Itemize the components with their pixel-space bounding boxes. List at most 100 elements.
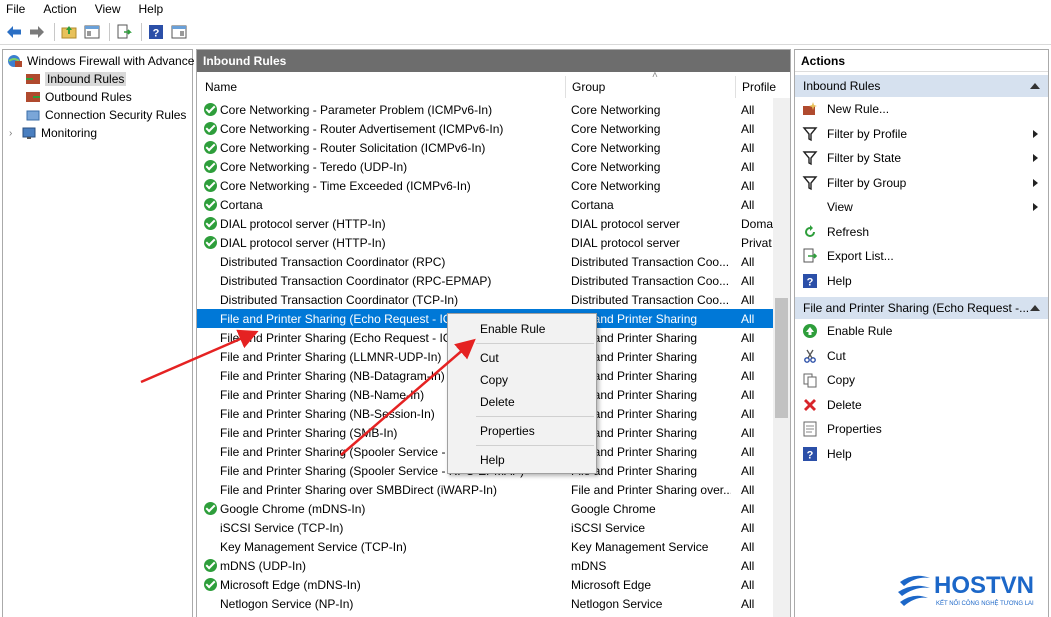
column-divider[interactable] <box>565 76 566 98</box>
context-menu: Enable Rule Cut Copy Delete Properties H… <box>447 313 597 474</box>
context-help[interactable]: Help <box>448 449 596 471</box>
column-header-profile[interactable]: Profile <box>742 76 776 98</box>
rule-group-cell: Core Networking <box>571 140 661 155</box>
context-cut[interactable]: Cut <box>448 347 596 369</box>
menu-help[interactable]: Help <box>139 2 164 16</box>
actions-section-inbound-rules[interactable]: Inbound Rules <box>795 75 1048 97</box>
table-row[interactable]: File and Printer Sharing over SMBDirect … <box>197 480 773 499</box>
table-row[interactable]: Cortana Cortana All <box>197 195 773 214</box>
submenu-arrow-icon <box>1033 129 1038 138</box>
action-filter-by-state[interactable]: Filter by State <box>795 146 1048 171</box>
action-enable-rule[interactable]: Enable Rule <box>795 319 1048 344</box>
scrollbar-thumb[interactable] <box>775 298 788 418</box>
connection-security-icon <box>26 110 40 121</box>
action-cut[interactable]: Cut <box>795 344 1048 369</box>
rule-name-cell: Distributed Transaction Coordinator (RPC… <box>220 273 492 288</box>
action-export-list[interactable]: Export List... <box>795 244 1048 269</box>
table-row[interactable]: Core Networking - Teredo (UDP-In) Core Ne… <box>197 157 773 176</box>
action-filter-by-profile[interactable]: Filter by Profile <box>795 122 1048 147</box>
action-label: Export List... <box>827 249 894 264</box>
tree-root-label: Windows Firewall with Advance <box>27 54 195 68</box>
rule-group-cell: File and Printer Sharing over... <box>571 482 731 497</box>
context-separator <box>476 416 594 417</box>
enabled-check-icon <box>204 236 217 249</box>
tree-root[interactable]: Windows Firewall with Advance <box>7 52 194 70</box>
table-row[interactable]: Key Management Service (TCP-In) Key Manag… <box>197 537 773 556</box>
inbound-rules-icon <box>26 74 40 84</box>
toolbar-separator <box>109 22 110 41</box>
rule-profile-cell: All <box>741 102 755 117</box>
context-copy[interactable]: Copy <box>448 369 596 391</box>
rule-profile-cell: All <box>741 311 755 326</box>
back-button[interactable] <box>4 22 24 42</box>
table-row[interactable]: DIAL protocol server (HTTP-In) DIAL proto… <box>197 233 773 252</box>
actions-section-selected-rule[interactable]: File and Printer Sharing (Echo Request -… <box>795 297 1048 319</box>
collapse-triangle-icon[interactable] <box>1030 305 1040 311</box>
table-row[interactable]: iSCSI Service (TCP-In) iSCSI Service All <box>197 518 773 537</box>
menu-file[interactable]: File <box>6 2 25 16</box>
rule-profile-cell: All <box>741 482 755 497</box>
table-row[interactable]: mDNS (UDP-In) mDNS All <box>197 556 773 575</box>
filter-icon <box>802 150 818 166</box>
rule-profile-cell: All <box>741 463 755 478</box>
tree-item-outbound-rules[interactable]: Outbound Rules <box>25 88 132 106</box>
column-divider[interactable] <box>735 76 736 98</box>
table-row[interactable]: Core Networking - Time Exceeded (ICMPv6-… <box>197 176 773 195</box>
column-header-name[interactable]: Name <box>205 76 565 98</box>
column-header-group-label: Group <box>572 80 606 94</box>
action-refresh[interactable]: Refresh <box>795 220 1048 245</box>
submenu-arrow-icon <box>1033 154 1038 162</box>
table-row[interactable]: Netlogon Service (NP-In) Netlogon Service… <box>197 594 773 613</box>
vertical-scrollbar[interactable] <box>773 98 790 617</box>
menu-action[interactable]: Action <box>43 2 76 16</box>
action-label: New Rule... <box>827 102 890 117</box>
show-hide-tree-button[interactable] <box>82 22 102 42</box>
cut-icon <box>802 348 818 364</box>
context-delete[interactable]: Delete <box>448 391 596 413</box>
firewall-globe-icon <box>8 55 22 67</box>
rule-profile-cell: Doma <box>741 216 773 231</box>
table-row[interactable]: Distributed Transaction Coordinator (TCP… <box>197 290 773 309</box>
table-row[interactable]: Microsoft Edge (mDNS-In) Microsoft Edge Al… <box>197 575 773 594</box>
collapse-triangle-icon[interactable] <box>1030 83 1040 89</box>
help-button[interactable]: ? <box>146 22 166 42</box>
table-row[interactable]: Core Networking - Router Advertisement (… <box>197 119 773 138</box>
action-new-rule[interactable]: New Rule... <box>795 97 1048 122</box>
enabled-check-icon <box>204 502 217 515</box>
rule-profile-cell: All <box>741 254 755 269</box>
menu-view[interactable]: View <box>95 2 121 16</box>
tree-item-monitoring[interactable]: › Monitoring <box>9 124 97 142</box>
context-properties[interactable]: Properties <box>448 420 596 442</box>
export-list-button[interactable] <box>114 22 134 42</box>
context-separator <box>476 343 594 344</box>
tree-item-inbound-rules[interactable]: Inbound Rules <box>25 70 127 88</box>
expand-chevron-icon[interactable]: › <box>9 128 21 139</box>
svg-text:?: ? <box>153 27 160 39</box>
table-row[interactable]: DIAL protocol server (HTTP-In) DIAL proto… <box>197 214 773 233</box>
table-row[interactable]: Google Chrome (mDNS-In) Google Chrome All <box>197 499 773 518</box>
action-filter-by-group[interactable]: Filter by Group <box>795 171 1048 196</box>
action-delete[interactable]: Delete <box>795 393 1048 418</box>
show-hide-action-pane-button[interactable] <box>169 22 189 42</box>
help-icon: ? <box>802 446 818 462</box>
rule-group-cell: Key Management Service <box>571 539 709 554</box>
action-help[interactable]: ? Help <box>795 269 1048 294</box>
column-header-group[interactable]: Group ˄ <box>572 70 732 98</box>
up-folder-button[interactable] <box>59 22 79 42</box>
action-label: Filter by State <box>827 151 902 166</box>
table-row[interactable]: Distributed Transaction Coordinator (RPC… <box>197 252 773 271</box>
action-properties[interactable]: Properties <box>795 417 1048 442</box>
table-row[interactable]: Core Networking - Router Solicitation (I… <box>197 138 773 157</box>
tree-item-connection-security-rules[interactable]: Connection Security Rules <box>25 106 186 124</box>
action-view[interactable]: View <box>795 195 1048 220</box>
action-help[interactable]: ? Help <box>795 442 1048 467</box>
action-copy[interactable]: Copy <box>795 368 1048 393</box>
context-enable-rule[interactable]: Enable Rule <box>448 318 596 340</box>
table-row[interactable]: Distributed Transaction Coordinator (RPC… <box>197 271 773 290</box>
table-row[interactable]: Core Networking - Parameter Problem (ICM… <box>197 100 773 119</box>
forward-button[interactable] <box>27 22 47 42</box>
rule-profile-cell: All <box>741 539 755 554</box>
rule-group-cell: mDNS <box>571 558 607 573</box>
action-label: Filter by Group <box>827 175 907 190</box>
rule-group-cell: Core Networking <box>571 178 661 193</box>
